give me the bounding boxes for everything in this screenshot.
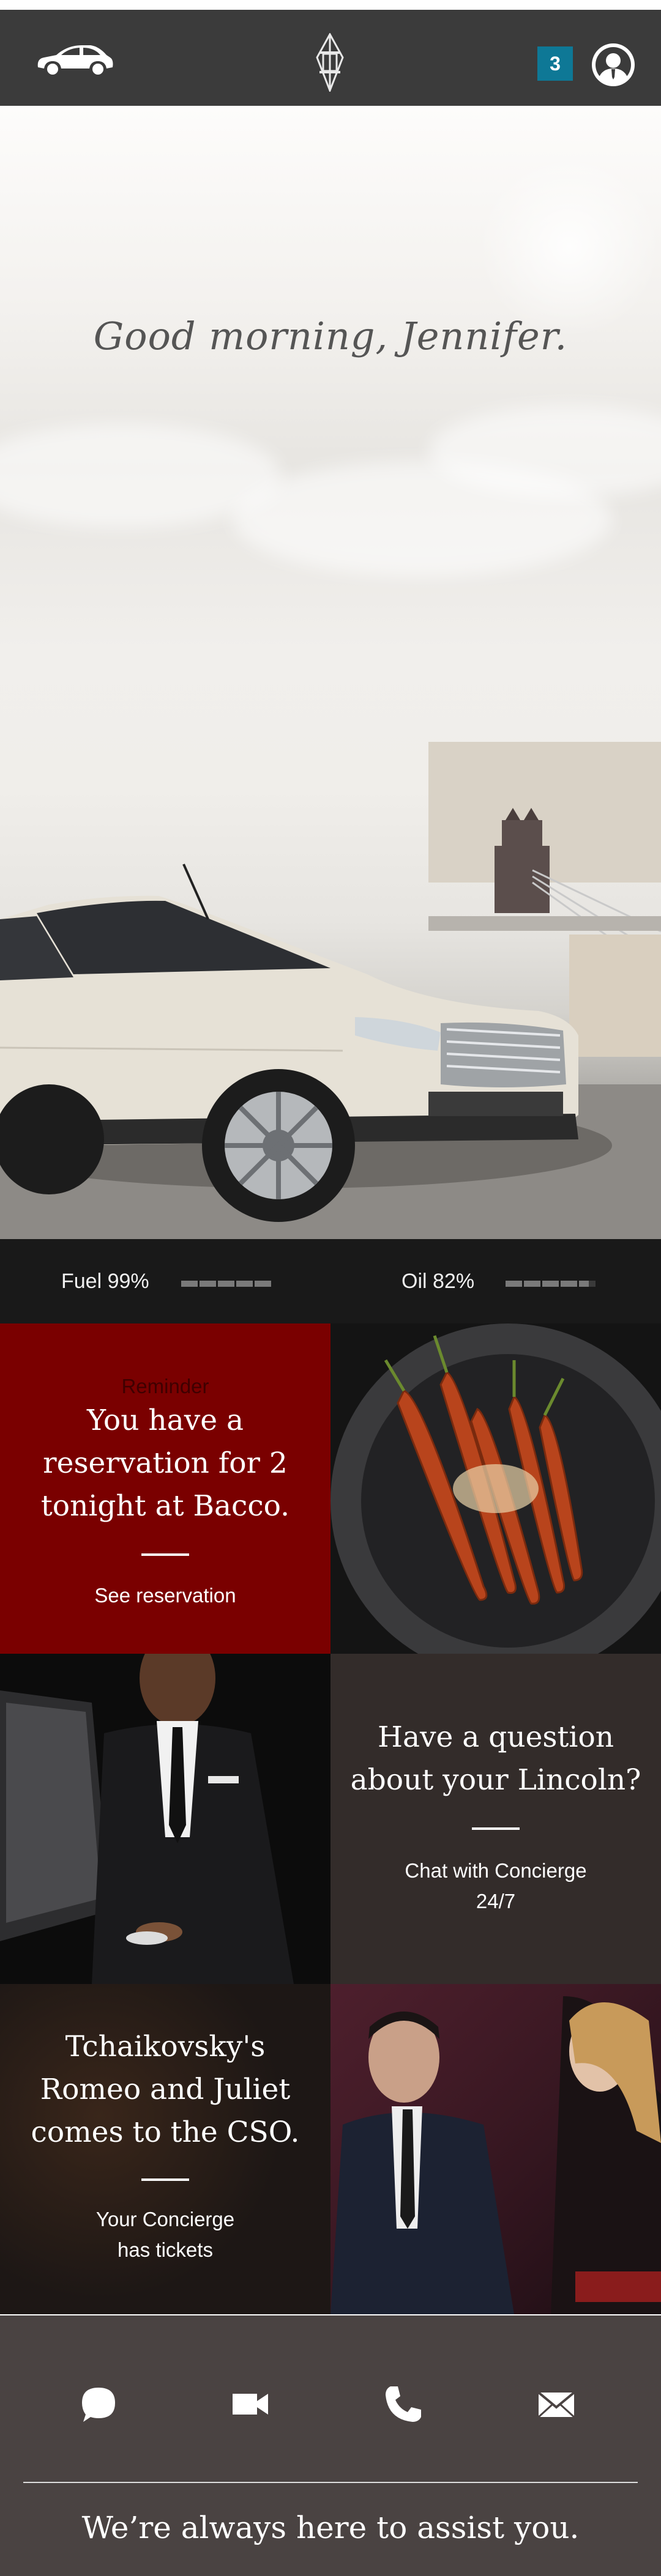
fuel-label: Fuel 99% <box>61 1270 149 1293</box>
food-photo-tile <box>330 1323 661 1654</box>
oil-level-bar <box>506 1281 596 1287</box>
phone-icon[interactable] <box>382 2383 425 2426</box>
event-tickets-line-2: has tickets <box>118 2238 213 2261</box>
lincoln-logo-icon[interactable] <box>316 33 344 92</box>
fuel-bar-segment <box>200 1281 216 1287</box>
couple-photo-tile <box>330 1984 661 2314</box>
event-line-1: Tchaikovsky's <box>65 2030 266 2063</box>
event-line-2: Romeo and Juliet <box>40 2073 291 2106</box>
oil-bar-segment <box>524 1281 540 1287</box>
event-tickets-line-1[interactable]: Your Concierge <box>0 2204 330 2235</box>
concierge-man-image <box>0 1654 330 1984</box>
concierge-hours: 24/7 <box>476 1890 516 1912</box>
reminder-line-1: You have a <box>86 1404 244 1437</box>
concierge-question-line-2: about your Lincoln? <box>350 1763 641 1797</box>
divider <box>472 1827 520 1830</box>
oil-bar-segment <box>561 1281 577 1287</box>
divider <box>141 2178 189 2181</box>
video-icon[interactable] <box>229 2383 272 2426</box>
profile-icon[interactable] <box>590 42 637 88</box>
chat-icon[interactable] <box>77 2383 120 2426</box>
event-line-3: comes to the CSO. <box>31 2115 300 2149</box>
reminder-line-3: tonight at Bacco. <box>40 1489 290 1523</box>
footer-tagline: We’re always here to assist you. <box>81 2510 580 2545</box>
reminder-line-2: reservation for 2 <box>43 1446 288 1480</box>
mail-icon[interactable] <box>535 2383 578 2426</box>
couple-image <box>330 1984 661 2314</box>
car-icon[interactable] <box>34 40 115 80</box>
concierge-question-line-1: Have a question <box>377 1720 614 1754</box>
notification-badge[interactable]: 3 <box>537 46 573 81</box>
chat-with-concierge-link[interactable]: Chat with Concierge <box>330 1856 661 1886</box>
see-reservation-link[interactable]: See reservation <box>0 1580 330 1611</box>
fuel-bar-segment <box>218 1281 234 1287</box>
reservation-reminder-tile[interactable]: Reminder You have a reservation for 2 to… <box>0 1323 330 1654</box>
fuel-bar-segment <box>236 1281 253 1287</box>
hero-banner: Good morning, Jennifer. <box>0 106 661 1239</box>
cso-event-tile[interactable]: Tchaikovsky's Romeo and Juliet comes to … <box>0 1984 330 2314</box>
divider <box>141 1553 189 1556</box>
roasted-carrots-image <box>330 1323 661 1654</box>
oil-label: Oil 82% <box>401 1270 475 1293</box>
concierge-chat-tile[interactable]: Have a question about your Lincoln? Chat… <box>330 1654 661 1984</box>
footer-divider <box>23 2482 638 2483</box>
oil-bar-segment <box>542 1281 559 1287</box>
fuel-bar-segment <box>181 1281 198 1287</box>
vehicle-status-bar: Fuel 99% Oil 82% <box>0 1239 661 1323</box>
top-bar: 3 <box>0 10 661 106</box>
oil-bar-segment <box>579 1281 596 1287</box>
reminder-eyebrow: Reminder <box>121 1375 209 1397</box>
concierge-photo-tile <box>0 1654 330 1984</box>
hero-car-image <box>0 742 661 1239</box>
footer: We’re always here to assist you. <box>0 2315 661 2576</box>
fuel-level-bar <box>181 1281 271 1287</box>
fuel-bar-segment <box>255 1281 271 1287</box>
oil-bar-segment <box>506 1281 522 1287</box>
